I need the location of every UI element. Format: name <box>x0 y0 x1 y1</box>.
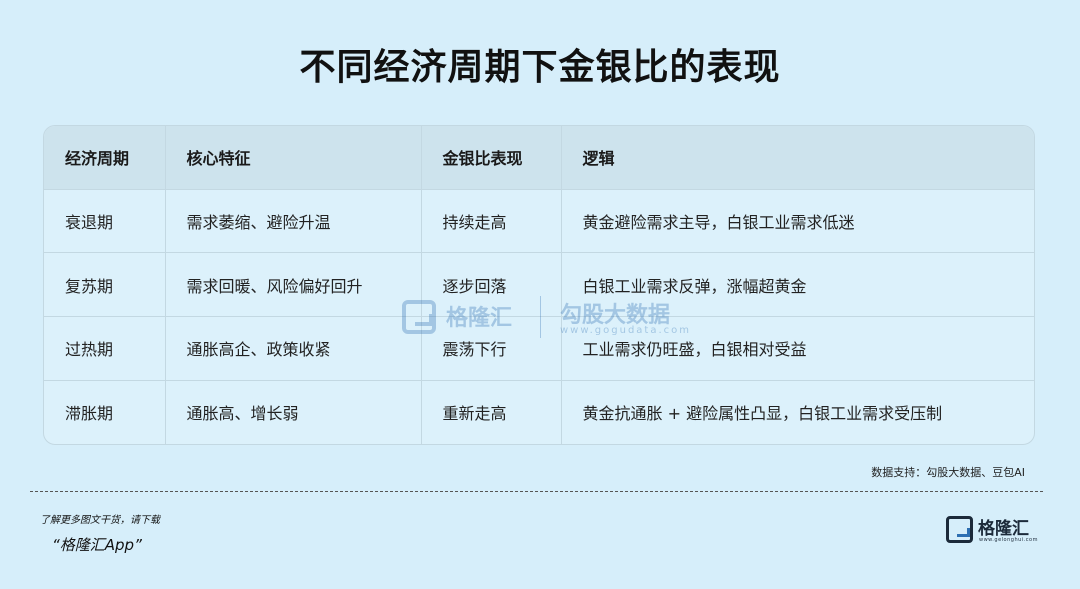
page-title: 不同经济周期下金银比的表现 <box>299 47 781 88</box>
cell-cycle: 衰退期 <box>44 189 166 254</box>
table-row: 过热期 通胀高企、政策收紧 震荡下行 工业需求仍旺盛，白银相对受益 <box>44 316 1034 381</box>
header-logic: 逻辑 <box>561 126 1034 190</box>
cell-cycle: 复苏期 <box>44 252 166 317</box>
table-header-row: 经济周期 核心特征 金银比表现 逻辑 <box>44 126 1034 190</box>
comparison-table: 经济周期 核心特征 金银比表现 逻辑 衰退期 需求萎缩、避险升温 持续走高 黄金… <box>43 125 1035 445</box>
header-ratio: 金银比表现 <box>421 126 562 190</box>
brand-name: 格隆汇 <box>978 519 1029 539</box>
cell-ratio: 持续走高 <box>421 189 562 254</box>
cell-ratio: 震荡下行 <box>421 316 562 381</box>
cell-feature: 通胀高企、政策收紧 <box>165 316 422 381</box>
brand-url: www.gelonghui.com <box>979 537 1038 543</box>
cell-logic: 白银工业需求反弹，涨幅超黄金 <box>561 252 1034 317</box>
footer-app-name: “格隆汇App” <box>52 536 142 554</box>
footer-note: 了解更多图文干货，请下载 <box>40 515 160 526</box>
header-feature: 核心特征 <box>165 126 422 190</box>
table-row: 衰退期 需求萎缩、避险升温 持续走高 黄金避险需求主导，白银工业需求低迷 <box>44 189 1034 254</box>
cell-logic: 工业需求仍旺盛，白银相对受益 <box>561 316 1034 381</box>
header-cycle: 经济周期 <box>44 126 166 190</box>
cell-logic: 黄金抗通胀 + 避险属性凸显，白银工业需求受压制 <box>582 404 943 424</box>
table-row: 滞胀期 通胀高、增长弱 重新走高 黄金抗通胀 + 避险属性凸显，白银工业需求受压… <box>44 380 1034 444</box>
cell-ratio: 逐步回落 <box>421 252 562 317</box>
cell-cycle: 滞胀期 <box>44 380 166 444</box>
cell-logic: 黄金避险需求主导，白银工业需求低迷 <box>561 189 1034 254</box>
cell-feature: 通胀高、增长弱 <box>165 380 422 444</box>
cell-cycle: 过热期 <box>44 316 166 381</box>
brand-logo: 格隆汇 www.gelonghui.com <box>946 514 1046 548</box>
dashed-divider <box>30 491 1043 492</box>
data-source: 数据支持：勾股大数据、豆包AI <box>871 466 1025 479</box>
brand-g-icon <box>946 516 973 543</box>
table-row: 复苏期 需求回暖、风险偏好回升 逐步回落 白银工业需求反弹，涨幅超黄金 <box>44 252 1034 317</box>
cell-feature: 需求萎缩、避险升温 <box>165 189 422 254</box>
cell-ratio: 重新走高 <box>421 380 562 444</box>
cell-feature: 需求回暖、风险偏好回升 <box>165 252 422 317</box>
